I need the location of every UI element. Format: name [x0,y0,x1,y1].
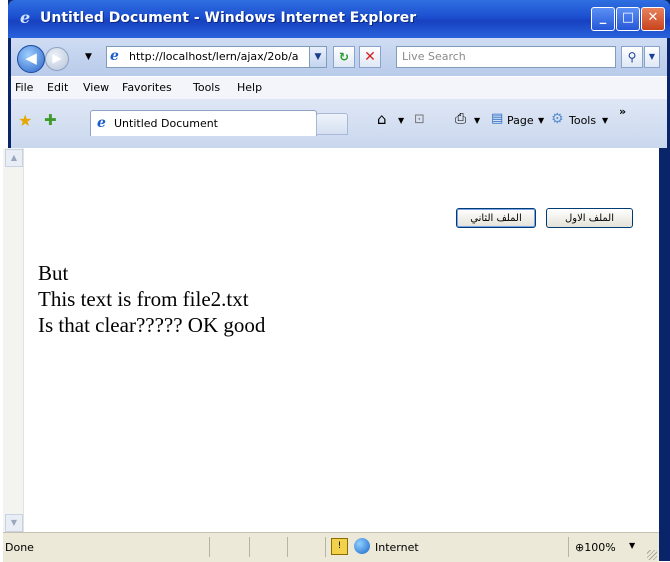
loaded-text: But This text is from file2.txt Is that … [38,260,265,338]
maximize-button[interactable]: □ [616,7,640,31]
status-text: Done [5,541,34,554]
print-icon[interactable]: ⎙ [455,111,466,127]
lock-icon[interactable]: ! [331,538,348,555]
address-bar[interactable]: e http://localhost/lern/ajax/2ob/a ▼ [106,46,327,68]
menu-help[interactable]: Help [237,81,262,94]
tab-bar: ★ ✚ e Untitled Document ⌂ ▼ ⊡ ⎙ ▼ ▤ Page… [11,99,667,148]
status-separator [287,537,288,557]
search-options-dropdown-icon[interactable]: ▼ [644,46,660,68]
second-file-button[interactable]: الملف الثاني [456,208,536,228]
search-placeholder: Live Search [402,50,466,63]
menu-edit[interactable]: Edit [47,81,68,94]
minimize-button[interactable]: _ [591,7,615,31]
history-dropdown-icon[interactable]: ▼ [85,52,92,62]
address-url[interactable]: http://localhost/lern/ajax/2ob/a [129,50,305,63]
security-zone[interactable]: Internet [375,541,419,554]
zoom-value: 100% [584,541,616,554]
refresh-icon[interactable]: ↻ [333,46,355,68]
new-tab-button[interactable] [316,113,348,135]
navigation-bar: ◀ ▶ ▼ e http://localhost/lern/ajax/2ob/a… [11,38,667,76]
forward-icon[interactable]: ▶ [45,47,69,71]
home-dropdown-icon[interactable]: ▼ [398,116,404,125]
status-separator [568,537,569,557]
tools-menu-button[interactable]: Tools [569,114,596,127]
search-input[interactable]: Live Search [396,46,616,68]
address-dropdown-button[interactable]: ▼ [309,47,326,67]
zoom-icon: ⊕ [575,541,585,554]
page-menu-button[interactable]: Page [507,114,534,127]
title-bar[interactable]: e Untitled Document - Windows Internet E… [8,0,670,38]
zoom-level[interactable]: ⊕100% [575,541,616,554]
tools-dropdown-icon[interactable]: ▼ [602,116,608,125]
tab-label: Untitled Document [114,117,218,130]
text-line: This text is from file2.txt [38,287,249,311]
menu-tools[interactable]: Tools [193,81,220,94]
add-favorites-icon[interactable]: ✚ [44,111,57,129]
vertical-scrollbar[interactable]: ▲ ▼ [3,148,24,532]
back-icon[interactable]: ◀ [17,45,45,73]
menu-favorites[interactable]: Favorites [122,81,172,94]
status-separator [325,537,326,557]
page-content: ▲ ▼ الملف الثاني الملف الاول But This te… [3,148,659,532]
text-line: Is that clear????? OK good [38,313,266,337]
text-line: But [38,261,69,285]
status-separator [209,537,210,557]
status-separator [249,537,250,557]
menu-view[interactable]: View [83,81,109,94]
tools-gear-icon: ⚙ [551,111,564,127]
zoom-dropdown-icon[interactable]: ▼ [629,541,635,550]
close-button[interactable]: ✕ [641,7,665,31]
more-commands-chevron-icon[interactable]: » [619,105,626,118]
stop-icon[interactable]: ✕ [359,46,381,68]
page-icon: ▤ [491,111,504,126]
search-icon[interactable]: ⚲ [621,46,643,68]
tab-ie-icon: e [97,115,106,131]
status-bar: Done ! Internet ⊕100% ▼ [3,532,659,562]
home-icon[interactable]: ⌂ [377,110,387,128]
menu-bar: File Edit View Favorites Tools Help [11,76,667,100]
page-dropdown-icon[interactable]: ▼ [538,116,544,125]
resize-grip[interactable] [647,550,657,560]
feeds-icon[interactable]: ⊡ [414,112,425,127]
menu-file[interactable]: File [15,81,33,94]
first-file-button[interactable]: الملف الاول [546,208,633,228]
favorites-star-icon[interactable]: ★ [18,111,32,130]
scroll-up-icon[interactable]: ▲ [5,149,23,167]
ie-icon: e [20,8,31,27]
window-title: Untitled Document - Windows Internet Exp… [40,10,417,26]
tab-untitled-document[interactable]: e Untitled Document [90,110,317,136]
globe-icon [354,538,370,554]
print-dropdown-icon[interactable]: ▼ [474,116,480,125]
page-ie-icon: e [110,48,119,64]
scroll-down-icon[interactable]: ▼ [5,514,23,532]
